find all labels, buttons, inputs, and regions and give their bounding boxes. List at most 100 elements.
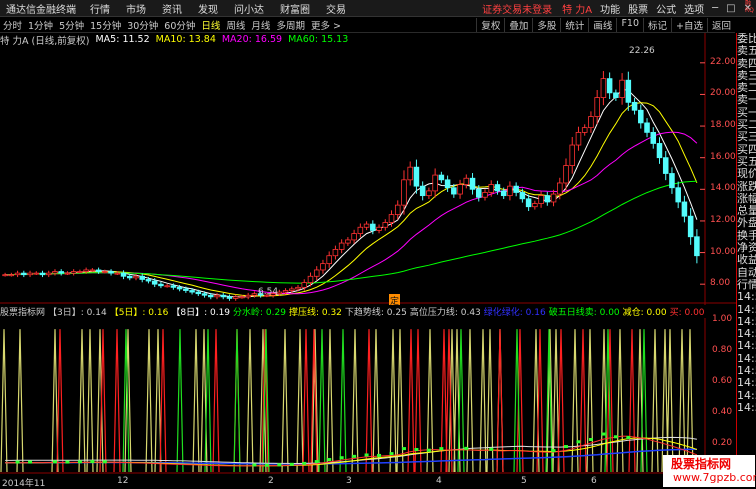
candle-body <box>133 275 139 279</box>
ma20-line <box>5 131 698 295</box>
candle-body <box>21 272 27 276</box>
ind-green-mark <box>277 463 282 467</box>
indicator-spike <box>457 329 465 473</box>
candle-body <box>581 127 588 133</box>
ind-buy: 买: 0.00 <box>669 308 705 318</box>
side-label: 外盘 <box>737 217 756 230</box>
quote-side-panel[interactable]: 委比 卖五 卖四 卖三 卖二 卖一 买一 买二 买三 买四 买五 现价 涨跌 涨… <box>736 33 756 487</box>
side-label: 自动 <box>737 266 756 279</box>
candle-body <box>382 222 389 228</box>
ind-tick: 0.80 <box>712 345 733 355</box>
trading-app: { "menubar": { "logo": "通达信金融终端", "items… <box>0 0 756 489</box>
indicator-name[interactable]: 股票指标网 <box>0 305 48 318</box>
side-label: 卖四 <box>737 57 756 70</box>
candle-body <box>70 271 77 274</box>
date-tick: 2014年11 <box>2 479 46 489</box>
candle-body <box>376 226 382 231</box>
side-label: 委比 <box>737 33 756 45</box>
ind-green-mark <box>377 453 382 457</box>
ind-green: 绿化绿化: 0.16 <box>483 308 546 318</box>
candle-body <box>183 288 189 291</box>
price-tick: 14.00 <box>710 183 736 194</box>
candle-body <box>388 214 395 223</box>
date-tick: 3 <box>346 476 352 486</box>
indicator-spike <box>536 329 544 473</box>
price-tick: 8.00 <box>710 278 731 289</box>
ind-green-mark <box>588 438 593 442</box>
ind-green-mark <box>576 440 581 444</box>
ind-tick: 0.20 <box>712 438 733 448</box>
candle-body <box>538 195 544 204</box>
candle-body <box>189 290 195 293</box>
ind-green-mark <box>613 435 618 439</box>
candle-body <box>114 272 121 275</box>
candle-body <box>151 280 158 285</box>
candle-body <box>694 236 700 257</box>
ind-green-mark <box>601 432 606 436</box>
candle-body <box>239 296 245 299</box>
indicator-spike <box>302 329 310 473</box>
high-price-annotation: 22.26 <box>629 46 655 56</box>
candle-body <box>95 269 102 272</box>
candle-body <box>320 263 326 271</box>
candle-body <box>488 184 494 193</box>
candle-body <box>214 294 220 298</box>
candle-body <box>401 179 407 206</box>
ind-watershed: 分水岭: 0.29 <box>233 308 286 318</box>
ind-green-mark <box>264 463 269 467</box>
side-label: 14:5 <box>737 352 756 365</box>
candle-body <box>625 79 632 103</box>
kline-chart[interactable] <box>0 0 736 487</box>
ind-green-mark <box>364 453 369 457</box>
candle-body <box>220 294 227 298</box>
candle-body <box>513 185 519 193</box>
indicator-spike <box>233 329 241 473</box>
indicator-spike <box>86 329 94 473</box>
candle-body <box>644 122 650 133</box>
candle-body <box>613 92 619 98</box>
candle-body <box>120 272 127 277</box>
indicator-spike <box>628 329 636 473</box>
ind-3day: 【3日】: 0.14 <box>48 308 107 318</box>
candle-body <box>39 272 46 276</box>
ind-green-mark <box>327 458 332 462</box>
side-label: 14:5 <box>737 291 756 304</box>
candle-body <box>557 182 563 195</box>
ind-green-mark <box>314 460 319 464</box>
candle-body <box>332 248 339 257</box>
ind-green-mark <box>339 456 344 460</box>
side-label: 卖一 <box>737 94 756 107</box>
date-tick: 12 <box>117 476 129 486</box>
candle-body <box>77 271 83 273</box>
candle-body <box>532 203 538 208</box>
candle-body <box>301 282 308 288</box>
ind-reduce: 减仓: 0.00 <box>622 308 667 318</box>
indicator-spike <box>16 329 24 473</box>
candle-body <box>52 271 58 274</box>
watermark: 股票指标网 www.7gpzb.com <box>663 455 756 487</box>
side-label: 净资 <box>737 242 756 255</box>
candle-body <box>45 272 52 276</box>
ind-tick: 0.60 <box>712 376 733 386</box>
candle-body <box>370 223 376 231</box>
candle-body <box>27 272 33 276</box>
candle-body <box>126 275 133 279</box>
candle-body <box>295 286 301 290</box>
side-label: 涨跌 <box>737 180 756 193</box>
side-label: 卖三 <box>737 69 756 82</box>
price-tick: 10.00 <box>710 246 736 257</box>
indicator-spike <box>372 329 380 473</box>
indicator-spike <box>246 329 254 473</box>
candle-body <box>687 215 694 238</box>
side-label: 买一 <box>737 106 756 119</box>
price-tick: 16.00 <box>710 151 736 162</box>
candle-body <box>463 177 470 185</box>
candle-body <box>58 271 64 274</box>
side-label: 14:5 <box>737 389 756 402</box>
indicator-spike <box>616 329 624 473</box>
candle-body <box>139 275 145 280</box>
candle-body <box>176 286 183 290</box>
candle-body <box>2 274 8 277</box>
candle-body <box>338 242 345 250</box>
candle-body <box>575 131 582 146</box>
